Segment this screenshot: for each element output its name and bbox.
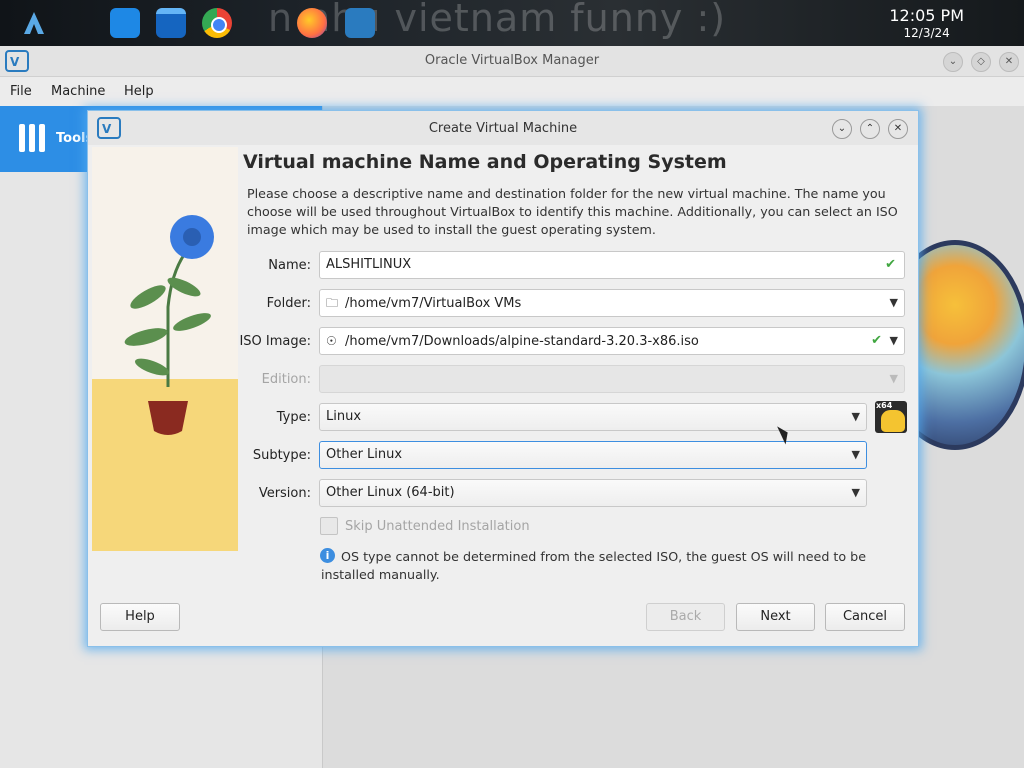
tools-icon <box>16 120 48 156</box>
menu-machine[interactable]: Machine <box>51 84 105 99</box>
iso-label: ISO Image: <box>239 334 311 349</box>
main-titlebar[interactable]: V Oracle VirtualBox Manager ⌄ ◇ ✕ <box>0 46 1024 77</box>
wallpaper-text: n nhu vietnam funny :) <box>268 0 727 40</box>
dialog-minimize-button[interactable]: ⌄ <box>832 119 852 139</box>
dialog-titlebar[interactable]: V Create Virtual Machine ⌄ ⌃ ✕ <box>88 111 918 145</box>
dialog-close-button[interactable]: ✕ <box>888 119 908 139</box>
folder-icon: 🗀 <box>326 296 339 310</box>
chevron-down-icon[interactable]: ▼ <box>890 328 898 354</box>
chevron-down-icon: ▼ <box>889 372 898 385</box>
subtype-label: Subtype: <box>252 448 311 463</box>
disc-icon: ☉ <box>326 334 337 348</box>
version-combo[interactable]: Other Linux (64-bit) ▼ <box>319 479 867 507</box>
name-value: ALSHITLINUX <box>326 257 412 272</box>
name-label: Name: <box>268 258 311 273</box>
iso-combo[interactable]: ☉ /home/vm7/Downloads/alpine-standard-3.2… <box>319 327 905 355</box>
dialog-title: Create Virtual Machine <box>428 121 578 136</box>
chevron-down-icon[interactable]: ▼ <box>852 442 860 468</box>
skip-unattended-checkbox <box>320 517 338 535</box>
folder-combo[interactable]: 🗀 /home/vm7/VirtualBox VMs ▼ <box>319 289 905 317</box>
page-description: Please choose a descriptive name and des… <box>247 186 898 237</box>
chevron-down-icon[interactable]: ▼ <box>852 480 860 506</box>
valid-check-icon: ✔ <box>871 333 882 348</box>
minimize-button[interactable]: ⌄ <box>943 52 963 72</box>
valid-check-icon: ✔ <box>885 257 896 272</box>
menu-help[interactable]: Help <box>124 84 154 99</box>
info-icon: i <box>320 548 335 563</box>
taskbar: n nhu vietnam funny :) 12:05 PM 12/3/24 <box>0 0 1024 46</box>
page-heading: Virtual machine Name and Operating Syste… <box>243 151 727 173</box>
main-window-title: Oracle VirtualBox Manager <box>424 53 600 68</box>
subtype-value: Other Linux <box>326 447 403 462</box>
subtype-combo[interactable]: Other Linux ▼ <box>319 441 867 469</box>
os-type-icon: x64 <box>875 401 907 433</box>
skip-unattended-label: Skip Unattended Installation <box>345 519 530 534</box>
clock[interactable]: 12:05 PM 12/3/24 <box>889 6 964 40</box>
linux-penguin-icon <box>881 410 905 432</box>
dialog-maximize-button[interactable]: ⌃ <box>860 119 880 139</box>
version-label: Version: <box>258 486 311 501</box>
iso-value: /home/vm7/Downloads/alpine-standard-3.20… <box>345 334 699 349</box>
folder-value: /home/vm7/VirtualBox VMs <box>345 296 522 311</box>
chevron-down-icon[interactable]: ▼ <box>890 290 898 316</box>
virtualbox-icon[interactable] <box>345 8 375 38</box>
back-button: Back <box>646 603 725 631</box>
launcher-icon[interactable] <box>20 8 48 38</box>
firefox-icon[interactable] <box>297 8 327 38</box>
version-value: Other Linux (64-bit) <box>326 485 455 500</box>
type-value: Linux <box>326 409 362 424</box>
maximize-button[interactable]: ◇ <box>971 52 991 72</box>
folder-label: Folder: <box>266 296 311 311</box>
info-message: OS type cannot be determined from the se… <box>321 549 867 582</box>
name-field[interactable]: ALSHITLINUX ✔ <box>319 251 905 279</box>
os-badge: x64 <box>876 401 893 410</box>
type-label: Type: <box>276 410 311 425</box>
edition-combo: ▼ <box>319 365 905 393</box>
menu-file[interactable]: File <box>10 84 32 99</box>
store-icon[interactable] <box>110 8 140 38</box>
help-button[interactable]: Help <box>100 603 180 631</box>
clock-date: 12/3/24 <box>903 26 950 40</box>
edition-label: Edition: <box>261 372 311 387</box>
clock-time: 12:05 PM <box>889 6 964 25</box>
menubar: File Machine Help <box>0 77 1024 107</box>
close-button[interactable]: ✕ <box>999 52 1019 72</box>
cancel-button[interactable]: Cancel <box>825 603 905 631</box>
chevron-down-icon[interactable]: ▼ <box>852 404 860 430</box>
files-icon[interactable] <box>156 8 186 38</box>
chrome-icon[interactable] <box>202 8 232 38</box>
next-button[interactable]: Next <box>736 603 815 631</box>
